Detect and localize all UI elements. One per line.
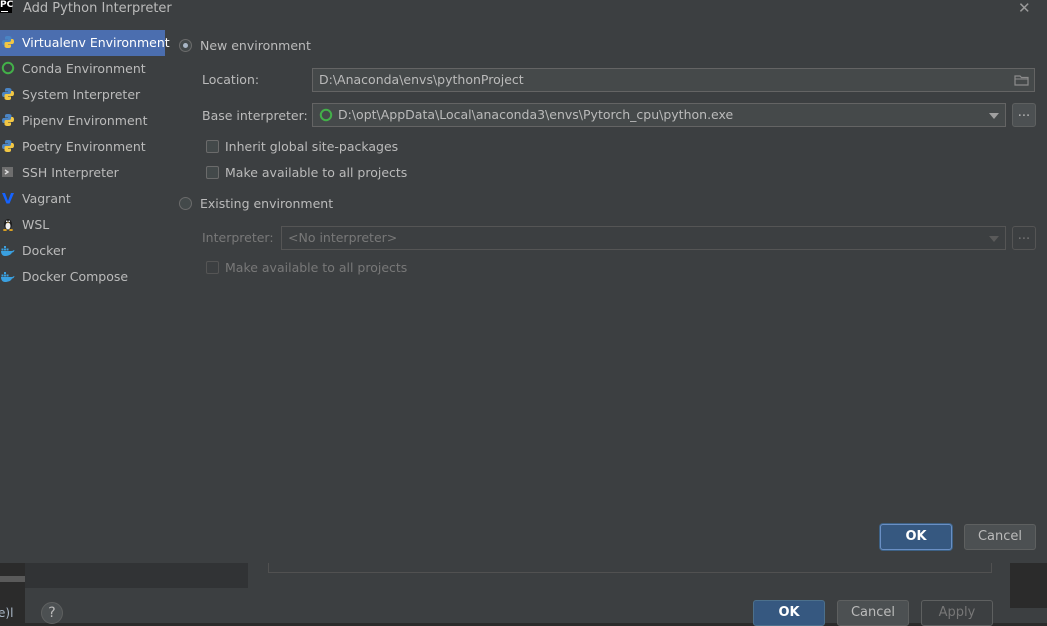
sidebar-item-label: Conda Environment [22, 61, 146, 76]
sidebar-item-conda[interactable]: Conda Environment [0, 56, 165, 82]
base-interpreter-value: D:\opt\AppData\Local\anaconda3\envs\Pyto… [338, 107, 734, 122]
ssh-icon [2, 167, 13, 177]
ok-button[interactable]: OK [880, 524, 952, 550]
close-icon[interactable]: ✕ [1018, 0, 1031, 17]
sidebar-item-virtualenv[interactable]: Virtualenv Environment [0, 30, 170, 56]
sidebar-item-label: Pipenv Environment [22, 113, 148, 128]
ide-editor-text: e)l [0, 606, 14, 620]
sidebar-item-label: WSL [22, 217, 50, 232]
ide-right-edge [1010, 560, 1047, 623]
python-icon [2, 88, 14, 100]
sidebar-item-label: Vagrant [22, 191, 71, 206]
sidebar-item-label: System Interpreter [22, 87, 141, 102]
interpreter-browse-button[interactable]: ... [1012, 226, 1036, 250]
inherit-site-packages-label: Inherit global site-packages [225, 139, 399, 154]
sidebar-item-label: Poetry Environment [22, 139, 146, 154]
base-interpreter-label: Base interpreter: [202, 108, 308, 123]
parent-ok-button[interactable]: OK [753, 600, 825, 626]
sidebar-item-label: Docker [22, 243, 66, 258]
parent-apply-button[interactable]: Apply [921, 600, 993, 626]
new-environment-label: New environment [200, 38, 311, 53]
sidebar-item-vagrant[interactable]: Vagrant [0, 186, 165, 212]
add-python-interpreter-dialog: PC Add Python Interpreter ✕ Virtualenv E… [0, 0, 1047, 563]
help-button[interactable]: ? [41, 602, 63, 624]
make-available-checkbox[interactable] [206, 166, 219, 179]
make-available-label: Make available to all projects [225, 165, 408, 180]
ide-status-area [1010, 608, 1047, 623]
existing-make-available-label: Make available to all projects [225, 260, 408, 275]
linux-icon [3, 219, 13, 231]
sidebar-item-label: SSH Interpreter [22, 165, 119, 180]
location-value: D:\Anaconda\envs\pythonProject [319, 72, 524, 87]
chevron-down-icon [989, 236, 999, 242]
interpreter-value: <No interpreter> [288, 230, 398, 245]
base-interpreter-browse-button[interactable]: ... [1012, 103, 1036, 127]
sidebar-item-poetry[interactable]: Poetry Environment [0, 134, 165, 160]
sidebar-item-label: Docker Compose [22, 269, 129, 284]
sidebar-item-docker-compose[interactable]: Docker Compose [0, 264, 165, 290]
parent-settings-sidebar [25, 560, 248, 588]
conda-icon [319, 108, 333, 122]
base-interpreter-dropdown[interactable]: D:\opt\AppData\Local\anaconda3\envs\Pyto… [312, 103, 1006, 127]
conda-icon [1, 61, 15, 75]
existing-environment-label: Existing environment [200, 196, 334, 211]
ide-left-edge: e)l [0, 560, 25, 623]
sidebar-item-ssh[interactable]: SSH Interpreter [0, 160, 165, 186]
location-label: Location: [202, 72, 260, 87]
interpreter-dropdown[interactable]: <No interpreter> [281, 226, 1006, 250]
pipenv-icon [2, 114, 14, 126]
interpreter-label: Interpreter: [202, 230, 274, 245]
location-field[interactable]: D:\Anaconda\envs\pythonProject [312, 68, 1035, 92]
dialog-title: Add Python Interpreter [23, 1, 172, 16]
interpreter-type-list: Virtualenv Environment Conda Environment… [0, 30, 170, 290]
poetry-icon [2, 140, 14, 152]
folder-icon[interactable] [1014, 74, 1029, 86]
sidebar-item-wsl[interactable]: WSL [0, 212, 165, 238]
sidebar-item-docker[interactable]: Docker [0, 238, 165, 264]
sidebar-item-label: Virtualenv Environment [22, 35, 170, 50]
ide-scrollbar [0, 576, 25, 582]
sidebar-item-system-interpreter[interactable]: System Interpreter [0, 82, 165, 108]
vagrant-icon [2, 193, 14, 204]
sidebar-item-pipenv[interactable]: Pipenv Environment [0, 108, 165, 134]
existing-make-available-checkbox[interactable] [206, 261, 219, 274]
parent-cancel-button[interactable]: Cancel [837, 600, 909, 626]
inherit-site-packages-checkbox[interactable] [206, 140, 219, 153]
chevron-down-icon [989, 113, 999, 119]
cancel-button[interactable]: Cancel [964, 524, 1036, 550]
docker-icon [1, 272, 15, 282]
pycharm-logo-icon: PC [0, 0, 13, 13]
new-environment-radio[interactable] [179, 39, 192, 52]
existing-environment-radio[interactable] [179, 197, 192, 210]
dialog-title-bar: PC Add Python Interpreter ✕ [0, 0, 1047, 18]
docker-icon [1, 246, 15, 256]
python-icon [2, 36, 14, 48]
